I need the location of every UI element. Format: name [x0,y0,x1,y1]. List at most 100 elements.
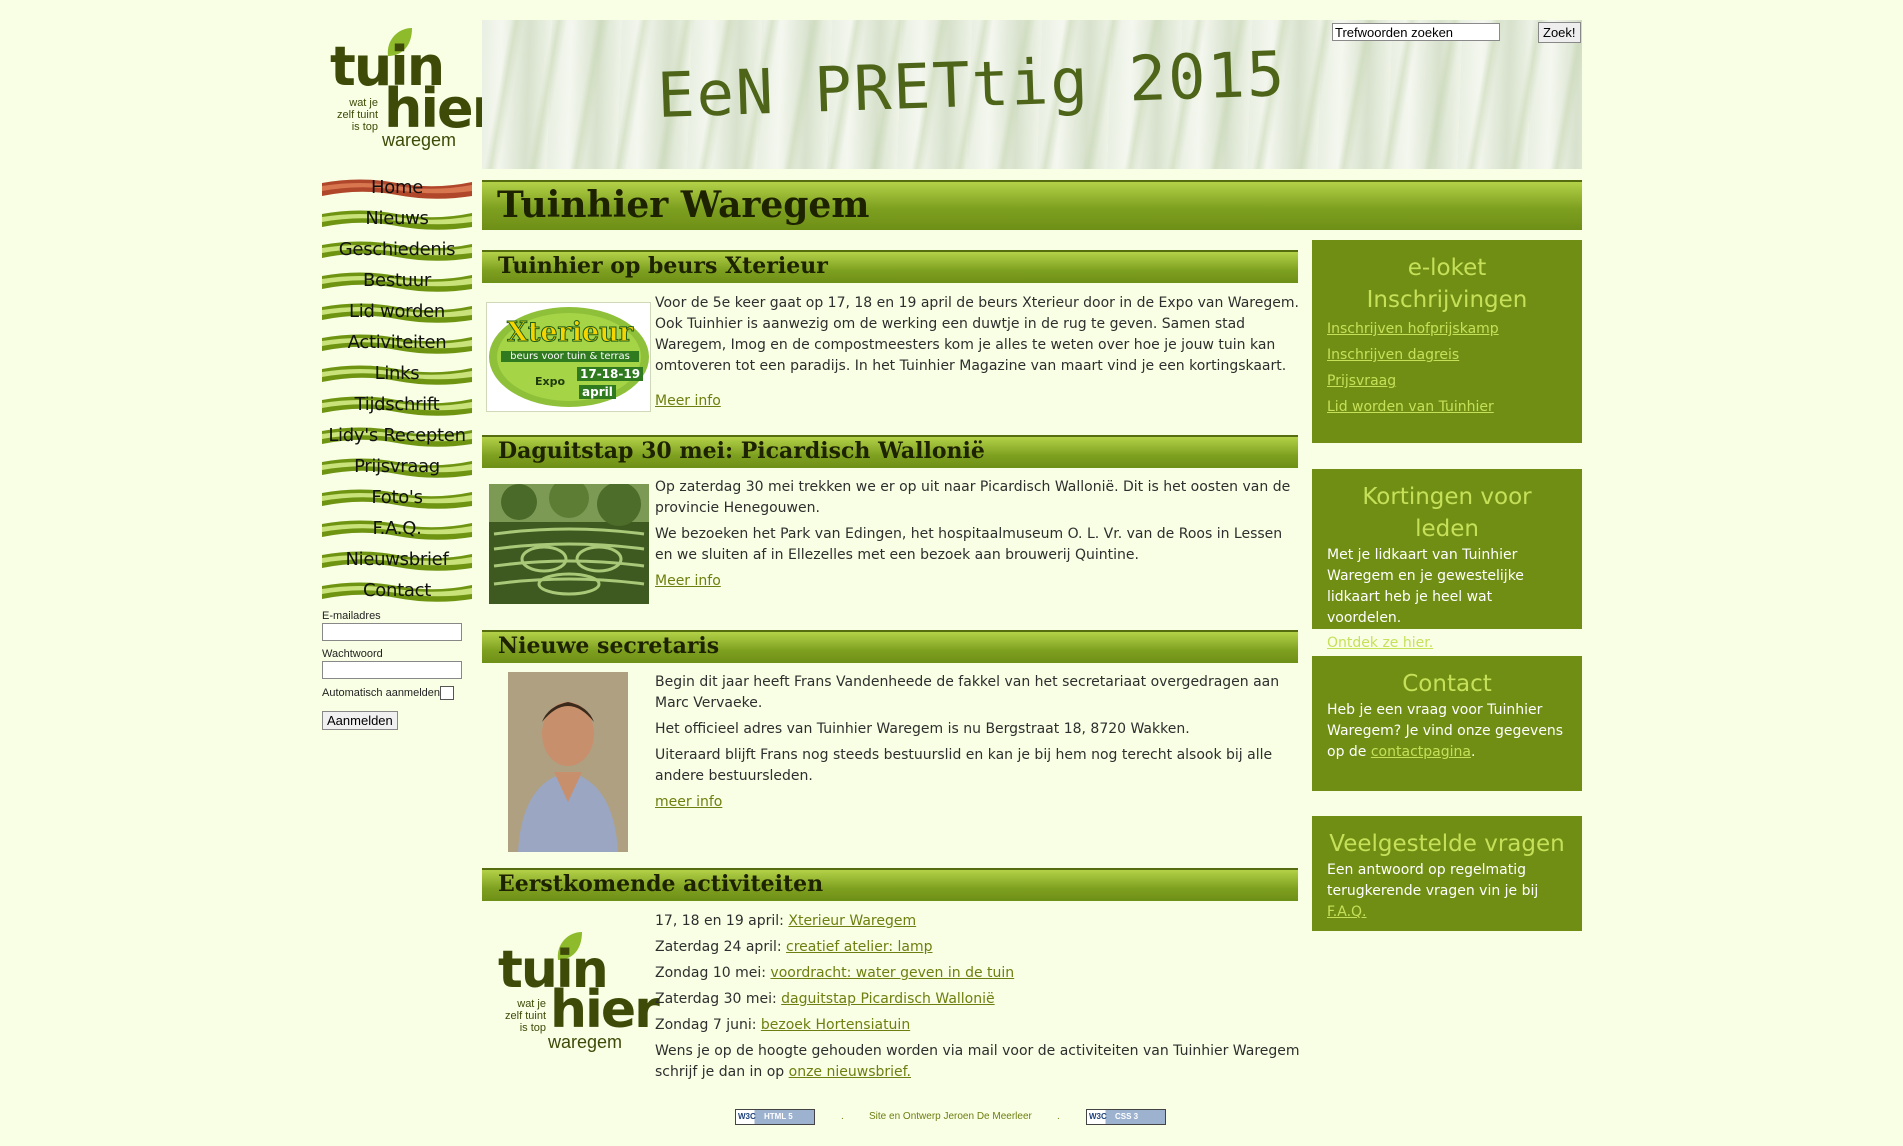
event-row: Zondag 7 juni: bezoek Hortensiatuin [655,1015,1301,1036]
nav-item-label: Geschiedenis [338,239,456,260]
eloket-title: e-loket [1407,255,1487,281]
discounts-link[interactable]: Ontdek ze hier. [1327,635,1433,651]
nav-item-contact[interactable]: Contact [322,579,472,606]
nav-item-geschiedenis[interactable]: Geschiedenis [322,238,472,265]
garden-maze-image[interactable] [489,484,649,604]
event-link[interactable]: creatief atelier: lamp [786,939,932,955]
nav-item-label: Contact [363,580,431,601]
logo-word-hier: hier [384,77,498,140]
article-header-xterieur: Tuinhier op beurs Xterieur [482,250,1298,283]
event-date: 17, 18 en 19 april: [655,913,784,929]
nav-item-links[interactable]: Links [322,362,472,389]
event-link[interactable]: voordracht: water geven in de tuin [770,965,1014,981]
nav-item-prijsvraag[interactable]: Prijsvraag [322,455,472,482]
nav-item-foto-s[interactable]: Foto's [322,486,472,513]
article-title: Daguitstap 30 mei: Picardisch Wallonië [498,438,985,464]
article-title: Eerstkomende activiteiten [498,871,824,897]
nav-item-label: Bestuur [363,270,431,291]
article-paragraph: We bezoeken het Park van Edingen, het ho… [655,526,1283,563]
faq-text: Een antwoord op regelmatig terugkerende … [1327,862,1539,899]
eloket-subtitle: Inschrijvingen [1366,287,1528,313]
event-link[interactable]: bezoek Hortensiatuin [761,1017,910,1033]
logo-tagline: wat je zelf tuint is top [505,998,546,1034]
page-title-bar: Tuinhier Waregem [482,180,1582,230]
xterieur-dates: 17-18-19 [577,367,644,381]
activities-logo: tuin hier wat je zelf tuint is top wareg… [496,928,660,1058]
nav-item-label: Prijsvraag [354,456,440,477]
contact-period: . [1470,744,1476,760]
event-row: Zaterdag 24 april: creatief atelier: lam… [655,937,1301,958]
more-info-link[interactable]: meer info [655,794,722,810]
nav-item-label: Nieuwsbrief [345,549,449,570]
main-navigation: Home Nieuws Geschiedenis Bestuur Lid worden A… [322,176,472,610]
eloket-link[interactable]: Lid worden van Tuinhier [1327,394,1567,420]
site-logo[interactable]: tuin hier wat je zelf tuint is top wareg… [322,20,498,155]
footer: W3C HTML 5 . Site en Ontwerp Jeroen De M… [735,1108,1170,1126]
eloket-link[interactable]: Prijsvraag [1327,368,1567,394]
nav-item-activiteiten[interactable]: Activiteiten [322,331,472,358]
nav-item-home[interactable]: Home [322,176,472,203]
article-body-secretaris: Begin dit jaar heeft Frans Vandenheede d… [655,672,1301,818]
nav-item-f-a-q[interactable]: F.A.Q. [322,517,472,544]
event-link[interactable]: Xterieur Waregem [788,913,916,929]
xterieur-word: Xterieur [506,317,634,349]
css3-badge[interactable]: W3C CSS 3 [1086,1109,1166,1125]
garden-maze-icon [489,484,649,604]
password-label: Wachtwoord [322,648,383,660]
contact-box: Contact Heb je een vraag voor Tuinhier W… [1312,656,1582,791]
person-icon [508,672,628,852]
article-title: Tuinhier op beurs Xterieur [498,253,828,279]
search-button[interactable]: Zoek! [1538,22,1581,43]
article-paragraph: Voor de 5e keer gaat op 17, 18 en 19 apr… [655,295,1299,374]
nav-item-tijdschrift[interactable]: Tijdschrift [322,393,472,420]
article-body-activiteiten: 17, 18 en 19 april: Xterieur Waregem Zate… [655,911,1301,1088]
eloket-box: e-loket Inschrijvingen Inschrijven hofpr… [1312,240,1582,443]
contact-page-link[interactable]: contactpagina [1371,744,1471,760]
xterieur-month: april [579,385,616,399]
event-date: Zaterdag 24 april: [655,939,782,955]
password-field[interactable] [322,661,462,679]
nav-item-lid-worden[interactable]: Lid worden [322,300,472,327]
logo-place: waregem [382,130,457,150]
logo-word-hier: hier [550,980,660,1040]
nav-item-label: Lidy's Recepten [328,425,466,446]
xterieur-image[interactable]: Xterieur beurs voor tuin & terras Expo 1… [486,302,651,412]
eloket-link[interactable]: Inschrijven dagreis [1327,342,1567,368]
xterieur-expo: Expo [535,375,566,388]
search-input[interactable] [1332,23,1500,41]
event-row: 17, 18 en 19 april: Xterieur Waregem [655,911,1301,932]
secretary-photo[interactable] [508,672,628,852]
email-label: E-mailadres [322,610,381,622]
nav-item-lidy-s-recepten[interactable]: Lidy's Recepten [322,424,472,451]
nav-item-label: Activiteiten [347,332,447,353]
article-header-secretaris: Nieuwe secretaris [482,630,1298,663]
event-date: Zondag 7 juni: [655,1017,757,1033]
footer-separator: . [841,1111,844,1122]
nav-item-nieuws[interactable]: Nieuws [322,207,472,234]
event-link[interactable]: daguitstap Picardisch Wallonië [781,991,994,1007]
footer-credit[interactable]: Site en Ontwerp Jeroen De Meerleer [869,1111,1032,1122]
nav-item-label: Foto's [371,487,423,508]
html5-badge[interactable]: W3C HTML 5 [735,1109,815,1125]
nav-item-nieuwsbrief[interactable]: Nieuwsbrief [322,548,472,575]
article-body-xterieur: Voor de 5e keer gaat op 17, 18 en 19 apr… [655,293,1301,417]
eloket-link[interactable]: Inschrijven hofprijskamp [1327,316,1567,342]
w3c-mark: W3C [738,1112,756,1121]
discounts-box: Kortingen voor leden Met je lidkaart van… [1312,469,1582,651]
nav-item-bestuur[interactable]: Bestuur [322,269,472,296]
more-info-link[interactable]: Meer info [655,573,721,589]
faq-title: Veelgestelde vragen [1329,831,1565,857]
faq-link[interactable]: F.A.Q. [1327,904,1367,920]
logo-place: waregem [548,1032,623,1052]
event-row: Zondag 10 mei: voordracht: water geven i… [655,963,1301,984]
more-info-link[interactable]: Meer info [655,393,721,409]
email-field[interactable] [322,623,462,641]
w3c-mark: W3C [1089,1112,1107,1121]
contact-title: Contact [1402,671,1492,697]
discounts-title: Kortingen voor leden [1362,484,1532,542]
remember-checkbox[interactable] [440,686,455,700]
login-button[interactable]: Aanmelden [322,711,398,730]
event-date: Zondag 10 mei: [655,965,766,981]
newsletter-link[interactable]: onze nieuwsbrief. [789,1064,911,1080]
footer-separator: . [1057,1111,1060,1122]
